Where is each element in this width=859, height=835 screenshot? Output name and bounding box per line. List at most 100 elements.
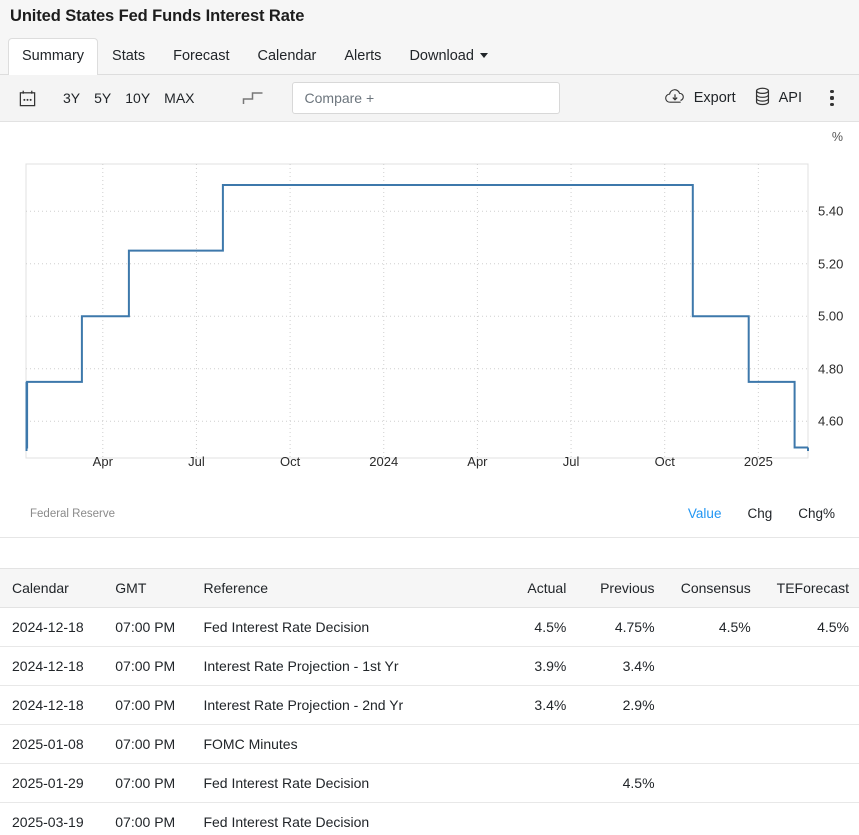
chart-toolbar: 3Y 5Y 10Y MAX Compare + (0, 75, 859, 122)
table-row[interactable]: 2025-01-0807:00 PMFOMC Minutes (0, 725, 859, 764)
cell-actual: 3.9% (486, 647, 574, 686)
tab-summary-label: Summary (22, 48, 84, 64)
export-label: Export (694, 91, 736, 106)
cell-calendar: 2025-01-29 (0, 764, 115, 803)
cell-consensus (663, 725, 761, 764)
cell-gmt: 07:00 PM (115, 764, 203, 803)
y-axis-tick: 5.00 (818, 309, 843, 324)
cell-previous (574, 803, 662, 835)
cell-calendar: 2024-12-18 (0, 686, 115, 725)
cloud-download-icon (664, 88, 686, 109)
cell-previous: 3.4% (574, 647, 662, 686)
cell-calendar: 2025-01-08 (0, 725, 115, 764)
col-header-previous[interactable]: Previous (574, 569, 662, 608)
range-3y[interactable]: 3Y (56, 87, 87, 109)
chart-plot-area[interactable] (0, 148, 859, 468)
cell-reference: Interest Rate Projection - 1st Yr (203, 647, 486, 686)
cell-gmt: 07:00 PM (115, 647, 203, 686)
cell-actual: 3.4% (486, 686, 574, 725)
x-axis-tick: Oct (280, 454, 300, 469)
tab-stats-label: Stats (112, 48, 145, 64)
compare-input[interactable]: Compare + (292, 82, 560, 114)
range-max[interactable]: MAX (157, 87, 201, 109)
database-icon (754, 87, 771, 110)
range-10y[interactable]: 10Y (118, 87, 157, 109)
x-axis-labels: AprJulOct2024AprJulOct2025 (0, 452, 859, 478)
cell-teforecast (761, 647, 859, 686)
section-divider (0, 538, 859, 568)
tab-alerts-label: Alerts (344, 48, 381, 64)
col-header-calendar[interactable]: Calendar (0, 569, 115, 608)
api-label: API (779, 91, 802, 106)
chart-footer: Federal Reserve Value Chg Chg% (0, 506, 859, 521)
table-header: Calendar GMT Reference Actual Previous C… (0, 569, 859, 608)
tab-calendar-label: Calendar (258, 48, 317, 64)
page-root: United States Fed Funds Interest Rate Su… (0, 0, 859, 835)
cell-calendar: 2025-03-19 (0, 803, 115, 835)
range-selector: 3Y 5Y 10Y MAX (56, 87, 202, 109)
table-header-row: Calendar GMT Reference Actual Previous C… (0, 569, 859, 608)
series-toggle-chg[interactable]: Chg (747, 506, 772, 521)
cell-actual (486, 764, 574, 803)
x-axis-tick: Jul (563, 454, 580, 469)
cell-previous (574, 725, 662, 764)
cell-gmt: 07:00 PM (115, 725, 203, 764)
table-body: 2024-12-1807:00 PMFed Interest Rate Deci… (0, 608, 859, 835)
tab-alerts[interactable]: Alerts (330, 38, 395, 75)
table-row[interactable]: 2024-12-1807:00 PMFed Interest Rate Deci… (0, 608, 859, 647)
col-header-actual[interactable]: Actual (486, 569, 574, 608)
cell-previous: 4.75% (574, 608, 662, 647)
cell-teforecast: 4.5% (761, 608, 859, 647)
col-header-reference[interactable]: Reference (203, 569, 486, 608)
tab-summary[interactable]: Summary (8, 38, 98, 76)
col-header-teforecast[interactable]: TEForecast (761, 569, 859, 608)
step-line-icon[interactable] (236, 83, 270, 113)
x-axis-tick: 2025 (744, 454, 773, 469)
chevron-down-icon (480, 53, 488, 58)
y-axis-tick: 4.60 (818, 414, 843, 429)
cell-actual (486, 803, 574, 835)
table-row[interactable]: 2025-03-1907:00 PMFed Interest Rate Deci… (0, 803, 859, 835)
cell-calendar: 2024-12-18 (0, 647, 115, 686)
export-button[interactable]: Export (655, 84, 745, 113)
col-header-gmt[interactable]: GMT (115, 569, 203, 608)
tab-download[interactable]: Download (395, 38, 502, 75)
cell-actual: 4.5% (486, 608, 574, 647)
chart-panel: % AprJulOct2024AprJulOct2025 Federal Res… (0, 122, 859, 538)
cell-teforecast (761, 803, 859, 835)
x-axis-tick: Apr (467, 454, 487, 469)
fed-funds-step-chart[interactable] (0, 148, 859, 468)
cell-teforecast (761, 764, 859, 803)
x-axis-tick: Apr (93, 454, 113, 469)
tab-calendar[interactable]: Calendar (244, 38, 331, 75)
series-toggle-value[interactable]: Value (688, 506, 722, 521)
tab-download-label: Download (409, 48, 474, 64)
tab-forecast[interactable]: Forecast (159, 38, 243, 75)
x-axis-tick: 2024 (369, 454, 398, 469)
range-5y[interactable]: 5Y (87, 87, 118, 109)
cell-previous: 2.9% (574, 686, 662, 725)
cell-gmt: 07:00 PM (115, 608, 203, 647)
cell-gmt: 07:00 PM (115, 686, 203, 725)
cell-reference: Fed Interest Rate Decision (203, 764, 486, 803)
table-row[interactable]: 2025-01-2907:00 PMFed Interest Rate Deci… (0, 764, 859, 803)
cell-consensus (663, 803, 761, 835)
cell-actual (486, 725, 574, 764)
cell-calendar: 2024-12-18 (0, 608, 115, 647)
tab-stats[interactable]: Stats (98, 38, 159, 75)
col-header-consensus[interactable]: Consensus (663, 569, 761, 608)
economic-calendar-table: Calendar GMT Reference Actual Previous C… (0, 568, 859, 835)
table-row[interactable]: 2024-12-1807:00 PMInterest Rate Projecti… (0, 686, 859, 725)
tab-bar: Summary Stats Forecast Calendar Alerts D… (0, 33, 859, 75)
cell-consensus (663, 647, 761, 686)
calendar-icon[interactable] (12, 83, 42, 113)
y-axis-tick: 5.40 (818, 204, 843, 219)
series-toggle-chgpct[interactable]: Chg% (798, 506, 835, 521)
kebab-menu-icon[interactable] (819, 83, 845, 113)
api-button[interactable]: API (745, 83, 811, 114)
table-row[interactable]: 2024-12-1807:00 PMInterest Rate Projecti… (0, 647, 859, 686)
series-toggle-group: Value Chg Chg% (688, 506, 835, 521)
y-axis-tick: 4.80 (818, 361, 843, 376)
tab-forecast-label: Forecast (173, 48, 229, 64)
chart-source-label: Federal Reserve (30, 508, 115, 520)
